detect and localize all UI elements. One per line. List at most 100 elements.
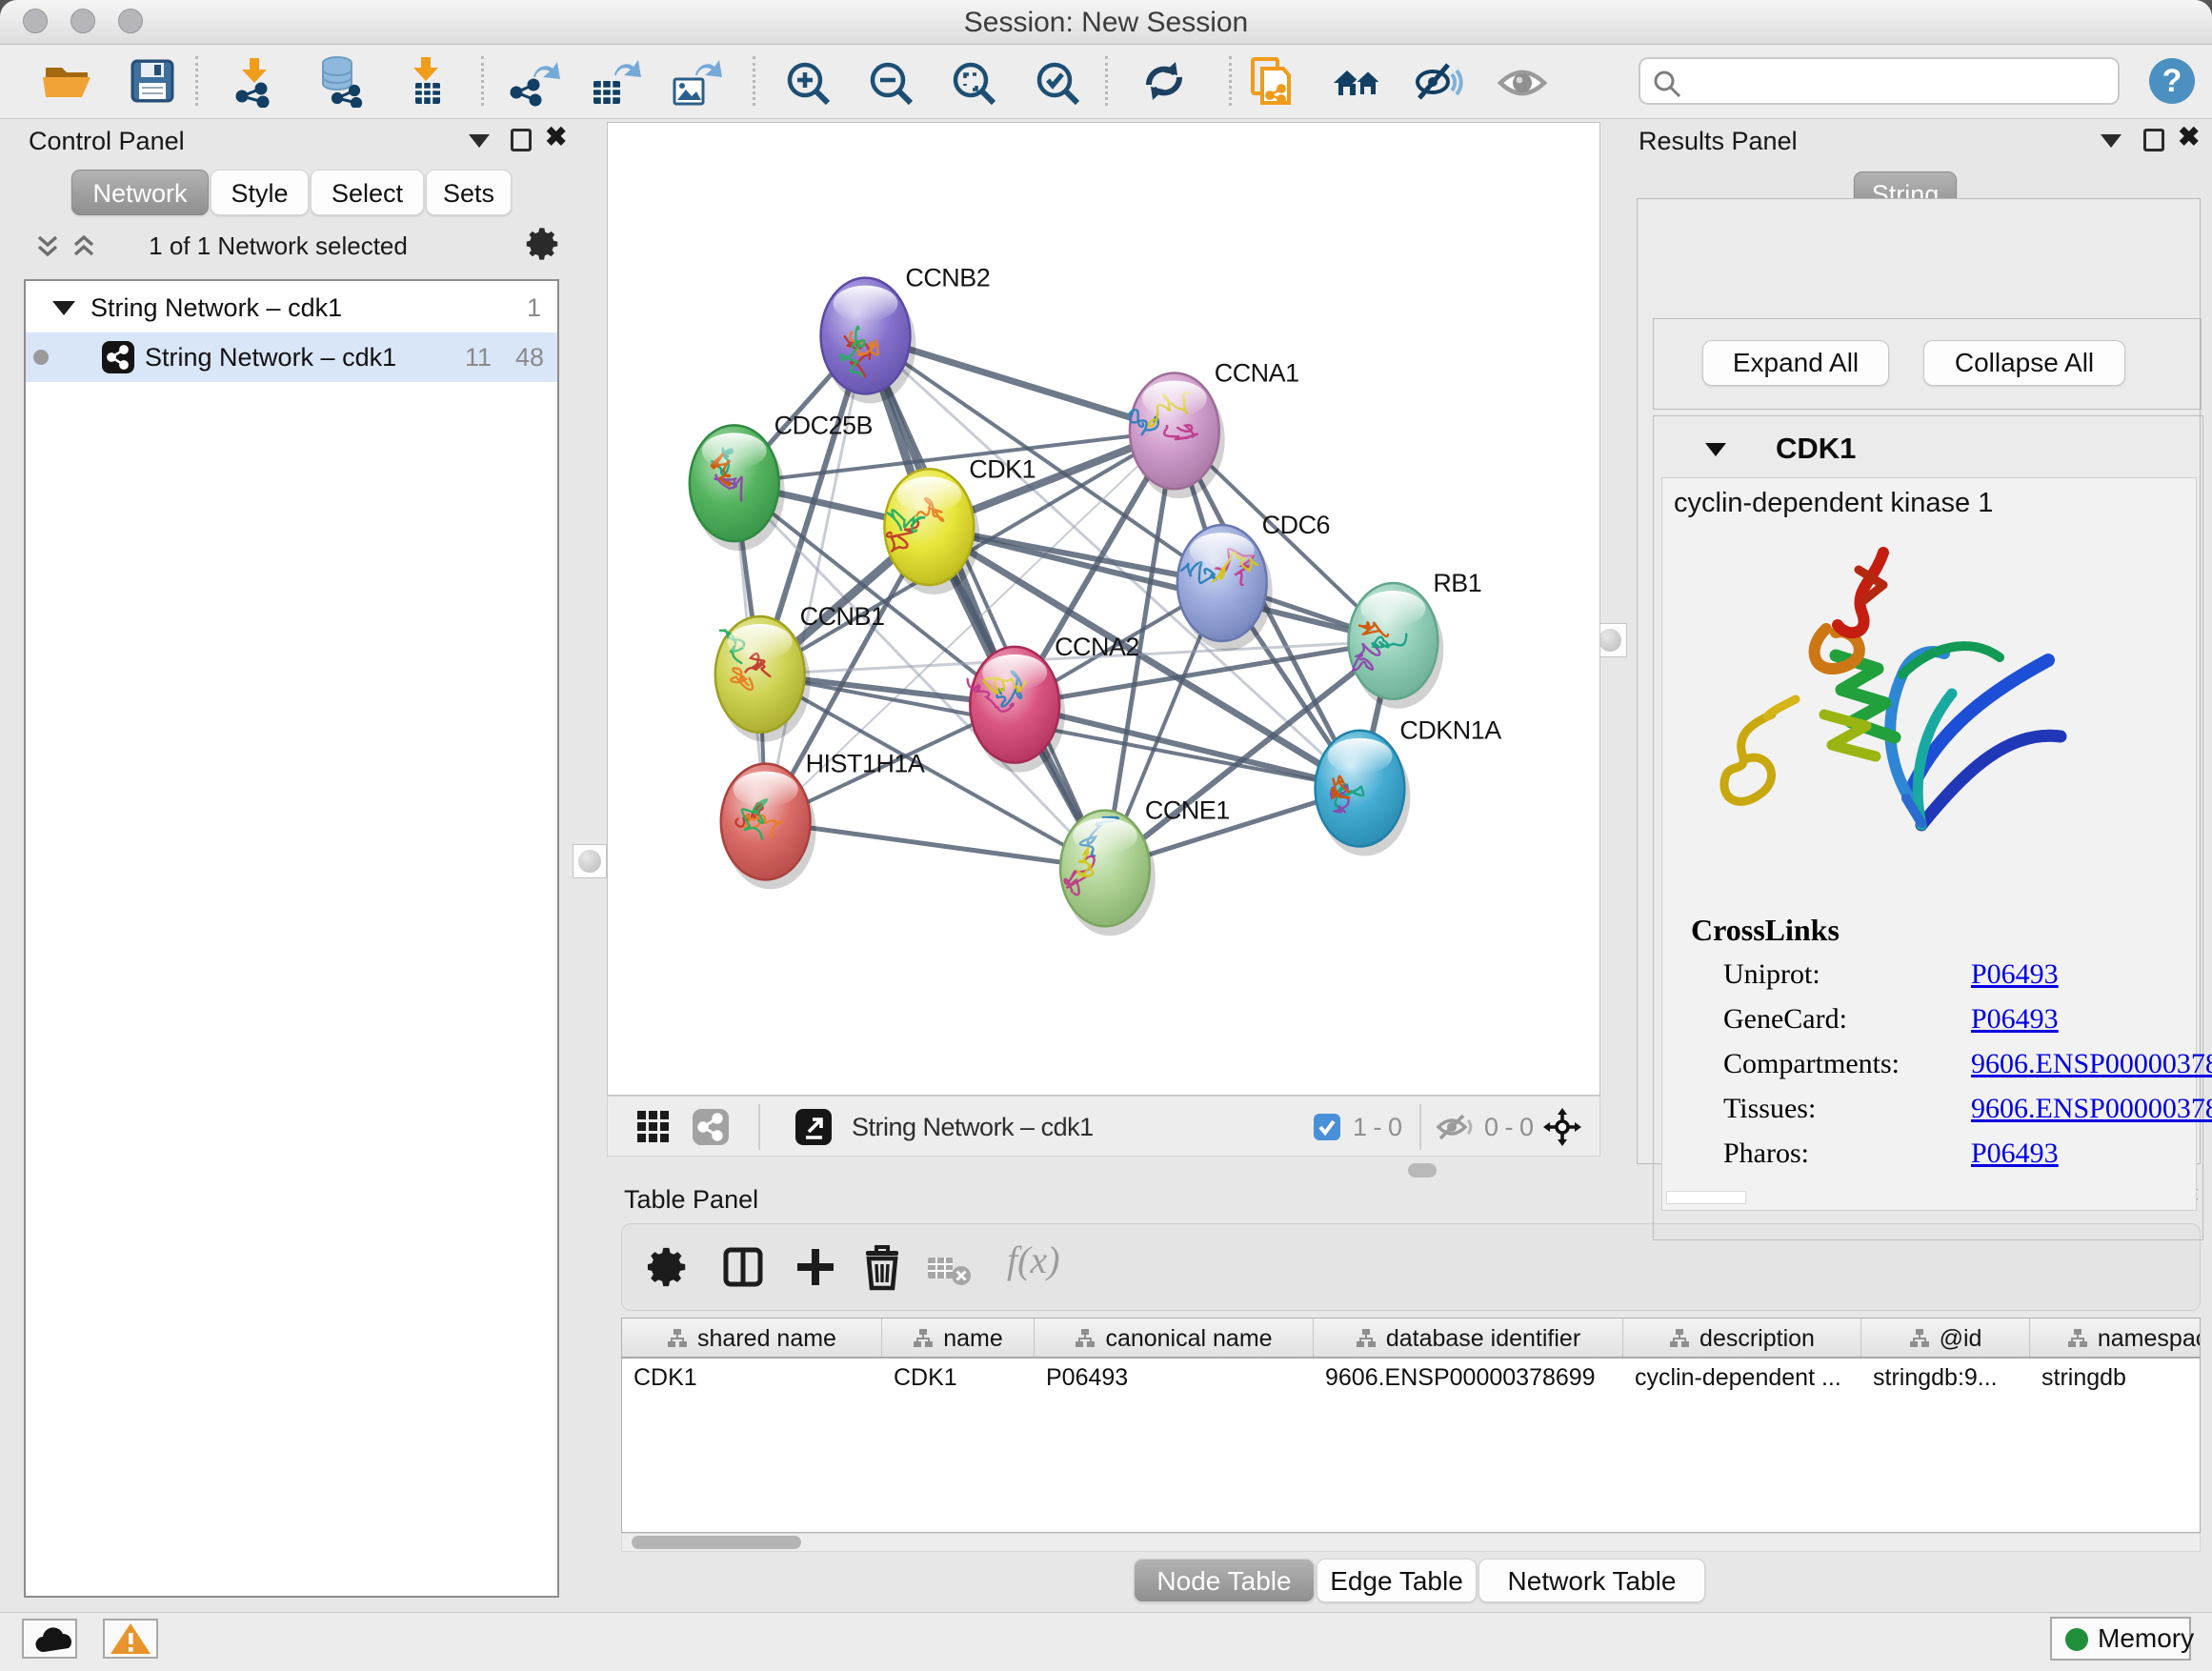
graph-node-CDC25B[interactable]: CDC25B <box>690 411 873 551</box>
column-header[interactable]: shared name <box>622 1319 882 1359</box>
home-networks-icon[interactable] <box>1331 54 1384 108</box>
graph-edge-HIST1H1A-CCNE1[interactable] <box>766 822 1105 869</box>
graph-edge-CCNB2-CCNE1[interactable] <box>865 336 1105 869</box>
network-view-canvas[interactable]: CCNB2CCNA1CDC25BCDK1CDC6RB1CCNB1CCNA2CDK… <box>607 122 1600 1096</box>
add-column-icon[interactable] <box>794 1245 837 1289</box>
gear-icon[interactable] <box>526 226 562 262</box>
gene-name: CDK1 <box>1776 432 1856 466</box>
crosslink-link[interactable]: P06493 <box>1971 958 2059 991</box>
tab-style[interactable]: Style <box>211 170 309 215</box>
table-cell[interactable]: CDK1 <box>622 1359 882 1397</box>
graph-edge-CDK1-RB1[interactable] <box>929 527 1393 641</box>
copy-documents-icon[interactable] <box>1245 54 1298 108</box>
crosslink-row: Compartments:9606.ENSP00000378699 <box>1662 1048 2196 1088</box>
graph-node-CCNE1[interactable]: CCNE1 <box>1060 796 1230 936</box>
hide-graphics-details-icon[interactable] <box>1412 54 1465 108</box>
zoom-out-icon[interactable] <box>864 54 917 108</box>
expand-all-icon[interactable] <box>70 233 97 262</box>
memory-status-dot <box>2065 1628 2088 1651</box>
node-label: CDC6 <box>1262 511 1330 539</box>
results-panel-float-icon[interactable] <box>2143 129 2164 151</box>
toolbar-separator <box>1229 56 1232 106</box>
left-splitter-handle[interactable] <box>573 844 607 878</box>
export-image-icon[interactable] <box>669 54 722 108</box>
control-panel-close-icon[interactable]: ✖ <box>545 125 567 150</box>
control-panel-menu-icon[interactable] <box>469 134 490 148</box>
crosslink-link[interactable]: P06493 <box>1971 1003 2059 1036</box>
scrollbar-thumb[interactable] <box>632 1536 801 1549</box>
strip-separator <box>758 1104 760 1150</box>
graph-node-RB1[interactable]: RB1 <box>1348 569 1481 709</box>
graph-node-CCNA1[interactable]: CCNA1 <box>1130 358 1299 498</box>
search-icon <box>1652 69 1682 99</box>
collapse-all-button[interactable]: Collapse All <box>1923 340 2125 386</box>
import-network-from-database-icon[interactable] <box>314 54 368 108</box>
control-panel-float-icon[interactable] <box>511 129 532 151</box>
zoom-in-icon[interactable] <box>781 54 835 108</box>
string-view-icon[interactable] <box>692 1108 730 1146</box>
node-count: 11 <box>465 332 492 382</box>
cloud-button[interactable] <box>22 1619 77 1659</box>
collapse-all-icon[interactable] <box>34 233 61 262</box>
apply-layout-icon[interactable] <box>1137 54 1191 108</box>
delete-column-trash-icon[interactable] <box>860 1243 904 1291</box>
node-label: CDC25B <box>774 411 873 439</box>
show-graphics-details-icon[interactable] <box>1496 54 1549 108</box>
tab-network[interactable]: Network <box>71 170 209 215</box>
delete-table-icon[interactable] <box>927 1255 975 1287</box>
graph-edge-CCNA2-CDKN1A[interactable] <box>1015 705 1359 789</box>
crosslink-link[interactable]: 9606.ENSP00000378699 <box>1971 1048 2212 1080</box>
crosslink-link[interactable]: P06493 <box>1971 1137 2059 1170</box>
graph-node-CCNB2[interactable]: CCNB2 <box>821 264 991 404</box>
results-panel-close-icon[interactable]: ✖ <box>2178 125 2200 150</box>
export-table-icon[interactable] <box>588 54 641 108</box>
graph-node-CCNB1[interactable]: CCNB1 <box>715 602 885 742</box>
crosslink-row: Tissues:9606.ENSP00000378699 <box>1662 1093 2196 1133</box>
table-settings-gear-icon[interactable] <box>647 1245 691 1289</box>
birds-eye-view-icon[interactable] <box>1543 1108 1581 1146</box>
tree-expand-icon[interactable] <box>52 301 75 315</box>
help-icon[interactable]: ? <box>2149 58 2195 104</box>
expand-all-button[interactable]: Expand All <box>1702 340 1889 386</box>
graph-node-CCNA2[interactable]: CCNA2 <box>968 633 1139 773</box>
network-row[interactable]: String Network – cdk1 11 48 <box>26 332 557 382</box>
node-label: CCNA2 <box>1055 633 1139 661</box>
function-builder-icon[interactable]: f(x) <box>1007 1238 1060 1282</box>
column-header[interactable]: name <box>882 1319 1035 1359</box>
column-header[interactable]: database identifier <box>1314 1319 1623 1359</box>
open-file-icon[interactable] <box>40 54 93 108</box>
export-network-icon[interactable] <box>507 54 560 108</box>
show-columns-icon[interactable] <box>721 1245 765 1289</box>
crosslink-link[interactable]: 9606.ENSP00000378699 <box>1971 1093 2212 1125</box>
graph-node-CDKN1A[interactable]: CDKN1A <box>1316 716 1502 856</box>
cloud-icon <box>24 1621 75 1657</box>
section-collapse-icon[interactable] <box>1705 443 1726 456</box>
results-panel-menu-icon[interactable] <box>2101 134 2122 148</box>
memory-button[interactable]: Memory <box>2050 1617 2191 1661</box>
graph-node-HIST1H1A[interactable]: HIST1H1A <box>721 750 925 890</box>
crosslink-label: GeneCard: <box>1723 1003 1847 1036</box>
table-cell[interactable]: CDK1 <box>882 1359 1035 1397</box>
save-session-icon[interactable] <box>126 54 179 108</box>
zoom-selected-icon[interactable] <box>1031 54 1084 108</box>
network-collection-row[interactable]: String Network – cdk1 1 <box>26 283 557 332</box>
tab-select[interactable]: Select <box>311 170 424 215</box>
fit-content-icon[interactable] <box>947 54 1000 108</box>
gene-details-body: cyclin-dependent kinase 1 <box>1661 477 2197 1211</box>
table-cell[interactable]: P06493 <box>1035 1359 1314 1397</box>
memory-label: Memory <box>2098 1619 2194 1659</box>
import-table-from-file-icon[interactable] <box>400 54 453 108</box>
tab-edge-table[interactable]: Edge Table <box>1317 1559 1477 1602</box>
tab-sets[interactable]: Sets <box>426 170 512 215</box>
column-header[interactable]: canonical name <box>1035 1319 1314 1359</box>
graph-node-CDC6[interactable]: CDC6 <box>1177 511 1330 651</box>
search-input[interactable] <box>1690 61 2109 101</box>
selected-checkbox-icon[interactable] <box>1313 1113 1341 1141</box>
open-external-icon[interactable] <box>794 1108 833 1146</box>
grid-view-icon[interactable] <box>636 1110 671 1144</box>
table-cell[interactable]: 9606.ENSP00000378699 <box>1314 1359 1623 1397</box>
warnings-button[interactable] <box>103 1619 158 1659</box>
crosslink-label: Compartments: <box>1723 1048 1900 1080</box>
tab-node-table[interactable]: Node Table <box>1134 1559 1315 1602</box>
import-network-from-file-icon[interactable] <box>229 54 282 108</box>
